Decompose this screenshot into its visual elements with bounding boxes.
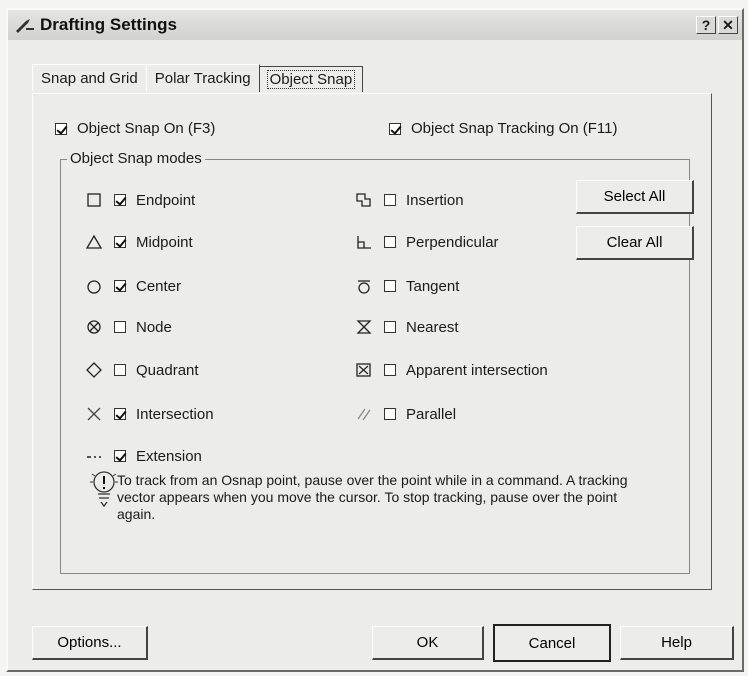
apparent-intersection-checkbox[interactable] — [384, 364, 396, 376]
extension-label: Extension — [136, 447, 202, 465]
apparent-intersection-label: Apparent intersection — [406, 361, 548, 379]
node-icon — [83, 318, 105, 336]
perpendicular-label: Perpendicular — [406, 233, 499, 251]
mode-center[interactable]: Center — [83, 277, 181, 295]
close-button[interactable]: ✕ — [718, 16, 738, 34]
object-snap-on-label: Object Snap On (F3) — [77, 120, 216, 137]
perpendicular-checkbox[interactable] — [384, 236, 396, 248]
perpendicular-icon — [353, 233, 375, 251]
tab-polar-tracking[interactable]: Polar Tracking — [145, 64, 260, 91]
object-snap-on-option[interactable]: Object Snap On (F3) — [55, 120, 215, 137]
apparent-intersection-icon — [353, 361, 375, 379]
midpoint-label: Midpoint — [136, 233, 193, 251]
object-snap-panel: Object Snap On (F3) Object Snap Tracking… — [32, 93, 712, 590]
mode-endpoint[interactable]: Endpoint — [83, 191, 195, 209]
endpoint-checkbox[interactable] — [114, 194, 126, 206]
window-title: Drafting Settings — [40, 15, 177, 34]
object-snap-tracking-label: Object Snap Tracking On (F11) — [411, 120, 618, 137]
insertion-checkbox[interactable] — [384, 194, 396, 206]
mode-apparent-intersection[interactable]: Apparent intersection — [353, 361, 548, 379]
mode-perpendicular[interactable]: Perpendicular — [353, 233, 499, 251]
center-label: Center — [136, 277, 182, 295]
intersection-label: Intersection — [136, 405, 214, 423]
mode-parallel[interactable]: Parallel — [353, 405, 456, 423]
clear-all-button[interactable]: Clear All — [576, 226, 694, 260]
quadrant-checkbox[interactable] — [114, 364, 126, 376]
nearest-label: Nearest — [406, 318, 459, 336]
mode-extension[interactable]: Extension — [83, 447, 202, 465]
nearest-checkbox[interactable] — [384, 321, 396, 333]
tab-label: Object Snap — [266, 70, 356, 89]
endpoint-icon — [83, 191, 105, 209]
object-snap-tracking-checkbox[interactable] — [389, 122, 401, 135]
nearest-icon — [353, 318, 375, 336]
parallel-icon — [353, 405, 375, 423]
tab-object-snap[interactable]: Object Snap — [258, 66, 364, 92]
help-button[interactable]: Help — [620, 626, 734, 660]
group-label: Object Snap modes — [67, 150, 205, 167]
tab-label: Polar Tracking — [154, 70, 251, 87]
node-checkbox[interactable] — [114, 321, 126, 333]
midpoint-icon — [83, 233, 105, 251]
cancel-button[interactable]: Cancel — [493, 624, 611, 662]
tangent-checkbox[interactable] — [384, 280, 396, 292]
title-bar[interactable]: Drafting Settings ? ✕ — [8, 10, 742, 40]
intersection-checkbox[interactable] — [114, 408, 126, 420]
quadrant-icon — [83, 361, 105, 379]
midpoint-checkbox[interactable] — [114, 236, 126, 248]
extension-icon — [83, 447, 105, 465]
mode-insertion[interactable]: Insertion — [353, 191, 464, 209]
tangent-icon — [353, 277, 375, 295]
mode-tangent[interactable]: Tangent — [353, 277, 459, 295]
extension-checkbox[interactable] — [114, 450, 126, 462]
options-button[interactable]: Options... — [32, 626, 148, 660]
node-label: Node — [136, 318, 172, 336]
insertion-icon — [353, 191, 375, 209]
help-title-button[interactable]: ? — [696, 16, 716, 34]
tangent-label: Tangent — [406, 277, 460, 295]
select-all-button[interactable]: Select All — [576, 180, 694, 214]
quadrant-label: Quadrant — [136, 361, 199, 379]
ok-button[interactable]: OK — [372, 626, 484, 660]
mode-quadrant[interactable]: Quadrant — [83, 361, 199, 379]
parallel-label: Parallel — [406, 405, 457, 423]
app-icon — [16, 19, 34, 33]
endpoint-label: Endpoint — [136, 191, 196, 209]
mode-midpoint[interactable]: Midpoint — [83, 233, 193, 251]
mode-node[interactable]: Node — [83, 318, 172, 336]
insertion-label: Insertion — [406, 191, 464, 209]
lightbulb-info-icon — [90, 471, 118, 508]
tab-strip: Snap and Grid Polar Tracking Object Snap — [32, 64, 364, 92]
mode-nearest[interactable]: Nearest — [353, 318, 459, 336]
parallel-checkbox[interactable] — [384, 408, 396, 420]
center-icon — [83, 277, 105, 295]
intersection-icon — [83, 405, 105, 423]
object-snap-tracking-option[interactable]: Object Snap Tracking On (F11) — [389, 120, 617, 137]
hint-text: To track from an Osnap point, pause over… — [117, 472, 628, 522]
tab-snap-and-grid[interactable]: Snap and Grid — [32, 64, 147, 91]
tab-label: Snap and Grid — [41, 70, 138, 87]
center-checkbox[interactable] — [114, 280, 126, 292]
object-snap-on-checkbox[interactable] — [55, 122, 67, 135]
mode-intersection[interactable]: Intersection — [83, 405, 214, 423]
